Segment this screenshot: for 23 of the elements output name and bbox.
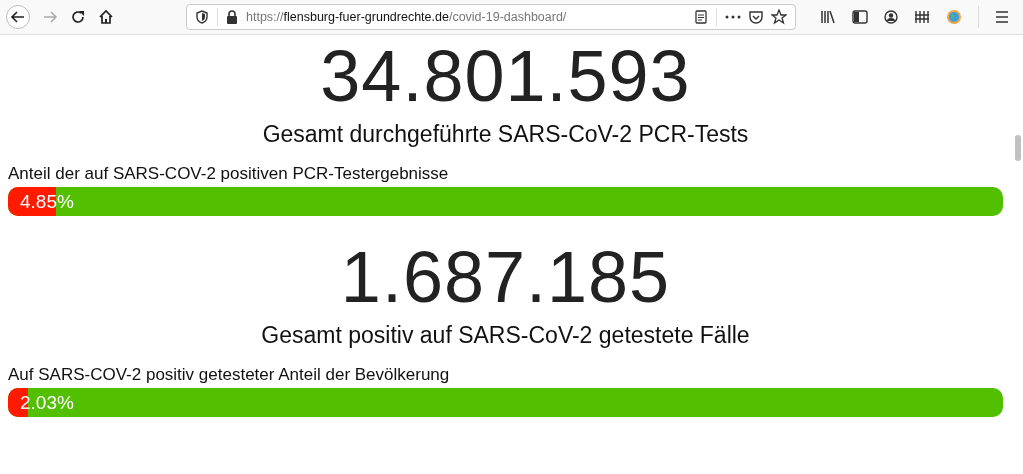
total-number: 1.687.185 (340, 236, 671, 318)
url-text: https://flensburg-fuer-grundrechte.de/covid-19-dashboard/ (246, 10, 567, 24)
library-icon[interactable] (820, 10, 836, 24)
account-icon[interactable] (884, 10, 898, 24)
menu-icon[interactable] (995, 11, 1009, 23)
reload-icon[interactable] (70, 9, 86, 25)
home-icon[interactable] (98, 9, 114, 25)
total-caption: Gesamt positiv auf SARS-CoV-2 getestete Fälle (261, 321, 750, 350)
grid-icon[interactable] (914, 10, 930, 24)
bar-label: Anteil der auf SARS-COV-2 positiven PCR-Testergebnisse (8, 163, 450, 185)
total-number: 34.801.593 (320, 35, 691, 117)
address-bar[interactable]: https://flensburg-fuer-grundrechte.de/covid-19-dashboard/ (186, 4, 796, 30)
scrollbar-thumb[interactable] (1015, 135, 1021, 161)
star-icon[interactable] (771, 9, 787, 25)
sidebar-icon[interactable] (852, 10, 868, 24)
globe-icon[interactable] (946, 9, 962, 25)
lock-icon (226, 10, 238, 24)
shield-icon[interactable] (195, 10, 209, 24)
bar-label: Auf SARS-COV-2 positiv getesteter Anteil der Bevölkerung (8, 364, 451, 386)
pocket-icon[interactable] (749, 10, 763, 24)
total-caption: Gesamt durchgeführte SARS-CoV-2 PCR-Tests (262, 120, 749, 149)
more-icon[interactable] (725, 15, 741, 19)
reader-view-icon[interactable] (694, 10, 708, 24)
